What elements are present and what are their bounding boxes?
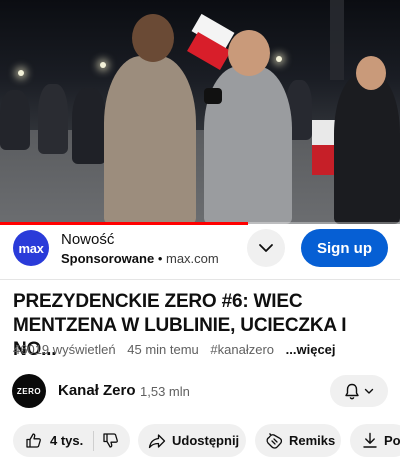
more-link[interactable]: ...więcej (286, 342, 336, 357)
ad-domain: max.com (166, 251, 219, 266)
man-in-coat (104, 56, 196, 224)
download-icon (363, 432, 377, 448)
ad-sponsor-line: Sponsorowane • max.com (61, 251, 219, 266)
share-button[interactable]: Udostępnij (138, 424, 246, 457)
sponsored-label: Sponsorowane (61, 251, 155, 266)
remix-icon (266, 432, 283, 449)
share-icon (148, 433, 166, 448)
microphone (204, 88, 222, 104)
crowd-person (0, 90, 30, 150)
hashtag[interactable]: #kanałzero (210, 342, 274, 357)
remix-label: Remiks (289, 433, 336, 448)
like-dislike-group: 4 tys. (13, 424, 130, 457)
man-head (228, 30, 270, 76)
chevron-down-icon (259, 244, 273, 252)
channel-avatar[interactable]: ZERO (12, 374, 46, 408)
woman-head (356, 56, 386, 90)
remix-button[interactable]: Remiks (255, 424, 341, 457)
ad-headline[interactable]: Nowość (61, 231, 114, 248)
video-meta[interactable]: 46019 wyświetleń 45 min temu #kanałzero … (13, 342, 344, 357)
crowd-person (38, 84, 68, 154)
man-head (132, 14, 174, 62)
thumbs-up-icon (26, 433, 41, 448)
crowd-person (72, 88, 106, 164)
ad-expand-button[interactable] (247, 229, 285, 267)
share-label: Udostępnij (172, 433, 240, 448)
download-button[interactable]: Po (350, 424, 400, 457)
sign-up-button[interactable]: Sign up (301, 229, 388, 267)
chevron-down-icon (364, 388, 374, 394)
monument (330, 0, 344, 80)
video-player[interactable] (0, 0, 400, 224)
subscriber-count: 1,53 mln (140, 384, 190, 399)
separator-dot: • (157, 251, 163, 266)
like-count: 4 tys. (50, 433, 84, 448)
like-divider (93, 430, 95, 451)
woman-in-black (334, 74, 400, 224)
view-count: 46019 wyświetleń (13, 342, 116, 357)
like-button[interactable]: 4 tys. (13, 432, 83, 449)
street-light (100, 62, 106, 68)
street-light (276, 56, 282, 62)
street-light (18, 70, 24, 76)
notification-button[interactable] (330, 375, 388, 407)
max-logo[interactable]: max (13, 230, 49, 266)
video-progress-fill (0, 222, 248, 225)
channel-name[interactable]: Kanał Zero (58, 382, 136, 399)
bell-icon (345, 383, 359, 399)
dislike-button[interactable] (102, 432, 119, 449)
thumbs-down-icon (103, 433, 119, 448)
divider (0, 279, 400, 280)
download-label: Po (384, 433, 400, 448)
upload-age: 45 min temu (127, 342, 199, 357)
video-progress-bar[interactable] (0, 222, 400, 225)
